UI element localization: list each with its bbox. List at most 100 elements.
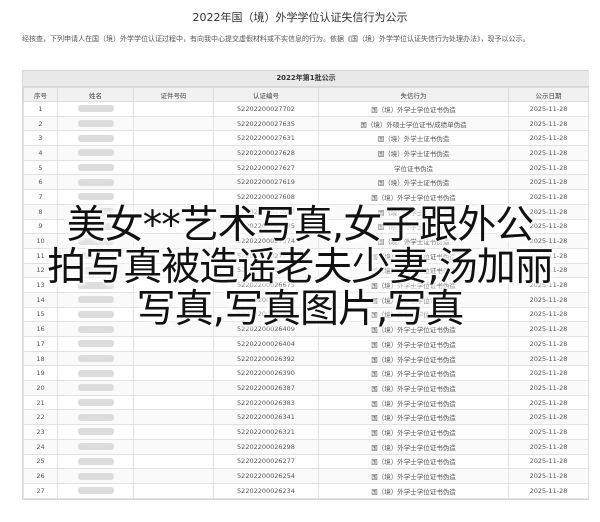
table-header-row: 序号 姓名 证件号码 认证编号 失信行为 公示日期 xyxy=(23,87,589,102)
table-cell: 7 xyxy=(23,189,58,205)
table-cell: 25 xyxy=(23,453,58,470)
table-row: 14 52202200026656 国（境）外学士学位证书伪造 2025-11-28 xyxy=(23,291,589,308)
redacted-name-blur xyxy=(77,164,114,172)
table-row: 27 52202200026234 国（境）外学士学位证书伪造 2025-11-28 xyxy=(23,482,589,499)
table-cell: 52202200027585 xyxy=(213,218,319,235)
table-row: 6 52202200027619 国（境）外学士证书伪造 2025-11-28 xyxy=(23,174,589,191)
table-cell: 6 xyxy=(23,174,58,191)
redacted-name-cell xyxy=(57,203,134,220)
redacted-id-cell xyxy=(133,101,214,117)
table-cell: 国（境）外学士证书伪造 xyxy=(318,218,509,235)
table-cell: 8 xyxy=(23,203,58,220)
table-cell: 国（境）外学士学位证书伪造 xyxy=(318,277,509,293)
table-cell: 2025-11-28 xyxy=(508,145,589,161)
table-cell: 14 xyxy=(23,291,58,308)
table-cell: 3 xyxy=(23,130,58,147)
table-cell: 52202200027627 xyxy=(213,159,319,176)
table-row: 5 52202200027627 学位证书伪造 2025-11-28 xyxy=(23,159,589,176)
table-row: 25 52202200026277 国（境）外学士学位证书伪造 2025-11-28 xyxy=(23,453,589,470)
redacted-id-cell xyxy=(133,468,214,484)
redacted-name-cell xyxy=(57,291,134,308)
table-cell: 2025-11-28 xyxy=(508,336,589,352)
column-header: 证件号码 xyxy=(133,87,214,102)
redacted-name-cell xyxy=(57,321,134,337)
redacted-name-cell xyxy=(57,130,134,147)
table-cell: 21 xyxy=(23,394,58,411)
table-cell: 2025-11-28 xyxy=(508,115,589,132)
redacted-name-blur xyxy=(77,443,114,451)
table-cell: 国（境）外学士学位证书伪造 xyxy=(318,262,509,279)
table-cell: 2025-11-28 xyxy=(508,438,589,455)
table-cell: 52202200027635 xyxy=(213,115,319,132)
table-row: 15 52202200026450 国（境）外学士学位证书伪造 2025-11-28 xyxy=(23,306,589,323)
table-cell: 国（境）外学士学位证书伪造 xyxy=(318,409,509,426)
table-cell: 13 xyxy=(23,277,58,293)
table-cell: 2025-11-28 xyxy=(508,482,589,499)
table-cell: 国（境）外学士学位证书伪造 xyxy=(318,365,509,382)
table-cell: 2025-11-28 xyxy=(508,247,589,264)
redacted-id-cell xyxy=(133,159,214,176)
redacted-id-cell xyxy=(133,203,214,220)
table-row: 17 52202200026404 国（境）外学士学位证书伪造 2025-11-28 xyxy=(23,336,589,352)
redacted-name-blur xyxy=(77,399,114,407)
table-cell: 国（境）外学士学位证书伪造 xyxy=(318,438,509,455)
table-cell: 19 xyxy=(23,365,58,382)
redacted-name-cell xyxy=(57,277,134,293)
table-cell: 国（境）外硕士学位证书/成绩单伪造 xyxy=(318,115,509,132)
table-row: 11 52202200027560 国（境）外学士学位证书伪造 2025-11-28 xyxy=(23,247,589,264)
redacted-name-blur xyxy=(77,208,114,216)
table-cell: 国（境）外学士学位证书伪造 xyxy=(318,306,509,323)
redacted-id-cell xyxy=(133,438,214,455)
table-row: 2 52202200027635 国（境）外硕士学位证书/成绩单伪造 2025-11-… xyxy=(23,115,589,132)
redacted-id-cell xyxy=(133,424,214,440)
redacted-name-blur xyxy=(77,355,114,363)
table-cell: 国（境）外学士证书伪造 xyxy=(318,233,509,249)
redacted-name-cell xyxy=(57,101,134,117)
redacted-name-blur xyxy=(77,281,114,289)
table-cell: 2025-11-28 xyxy=(508,189,589,205)
table-body: 1 52202200027702 国（境）外学士学位证书伪造 2025-11-28 2 5… xyxy=(23,101,589,499)
table-cell: 国（境）外学士学位证书伪造 xyxy=(318,468,509,484)
redacted-id-cell xyxy=(133,321,214,337)
table-cell: 国（境）外学士学位证书伪造 xyxy=(318,291,509,308)
redacted-name-blur xyxy=(77,252,114,260)
table-row: 19 52202200026390 国（境）外学士学位证书伪造 2025-11-28 xyxy=(23,365,589,382)
redacted-name-blur xyxy=(77,487,114,495)
redacted-name-cell xyxy=(57,438,134,455)
table-row: 4 52202200027628 国（境）外学士证书伪造 2025-11-28 xyxy=(23,145,589,161)
table-cell: 2025-11-28 xyxy=(508,321,589,337)
table-cell: 2025-11-28 xyxy=(508,409,589,426)
redacted-name-blur xyxy=(77,413,114,421)
redacted-name-cell xyxy=(57,247,134,264)
table-cell: 52202200027702 xyxy=(213,101,319,117)
table-cell: 52202200026392 xyxy=(213,350,319,367)
table-cell: 10 xyxy=(23,233,58,249)
table-caption: 2022年第1批公示 xyxy=(23,71,589,87)
redacted-id-cell xyxy=(133,189,214,205)
table-row: 18 52202200026392 国（境）外学士学位证书伪造 2025-11-28 xyxy=(23,350,589,367)
table-cell: 52202200026404 xyxy=(213,336,319,352)
table-cell: 23 xyxy=(23,424,58,440)
table-cell: 2025-11-28 xyxy=(508,174,589,191)
table-cell: 2025-11-28 xyxy=(508,350,589,367)
table-cell: 52202200027574 xyxy=(213,233,319,249)
table-cell: 国（境）外学士证书伪造 xyxy=(318,203,509,220)
table-row: 16 52202200026409 国（境）外学士学位证书伪造 2025-11-28 xyxy=(23,321,589,337)
table-cell: 国（境）外学士学位证书伪造 xyxy=(318,101,509,117)
redacted-name-cell xyxy=(57,409,134,426)
table-cell: 国（境）外学士学位证书伪造 xyxy=(318,453,509,470)
table-cell: 1 xyxy=(23,101,58,117)
redacted-name-cell xyxy=(57,468,134,484)
table-cell: 学位证书伪造 xyxy=(318,159,509,176)
table-cell: 52202200027631 xyxy=(213,130,319,147)
column-header: 失信行为 xyxy=(318,87,509,102)
table-cell: 国（境）外学士证书伪造 xyxy=(318,145,509,161)
redacted-name-cell xyxy=(57,145,134,161)
table-cell: 2025-11-28 xyxy=(508,291,589,308)
redacted-name-blur xyxy=(77,178,114,186)
redacted-id-cell xyxy=(133,174,214,191)
table-cell: 2025-11-28 xyxy=(508,233,589,249)
redacted-name-cell xyxy=(57,380,134,396)
redacted-id-cell xyxy=(133,291,214,308)
table-cell: 52202200026234 xyxy=(213,482,319,499)
